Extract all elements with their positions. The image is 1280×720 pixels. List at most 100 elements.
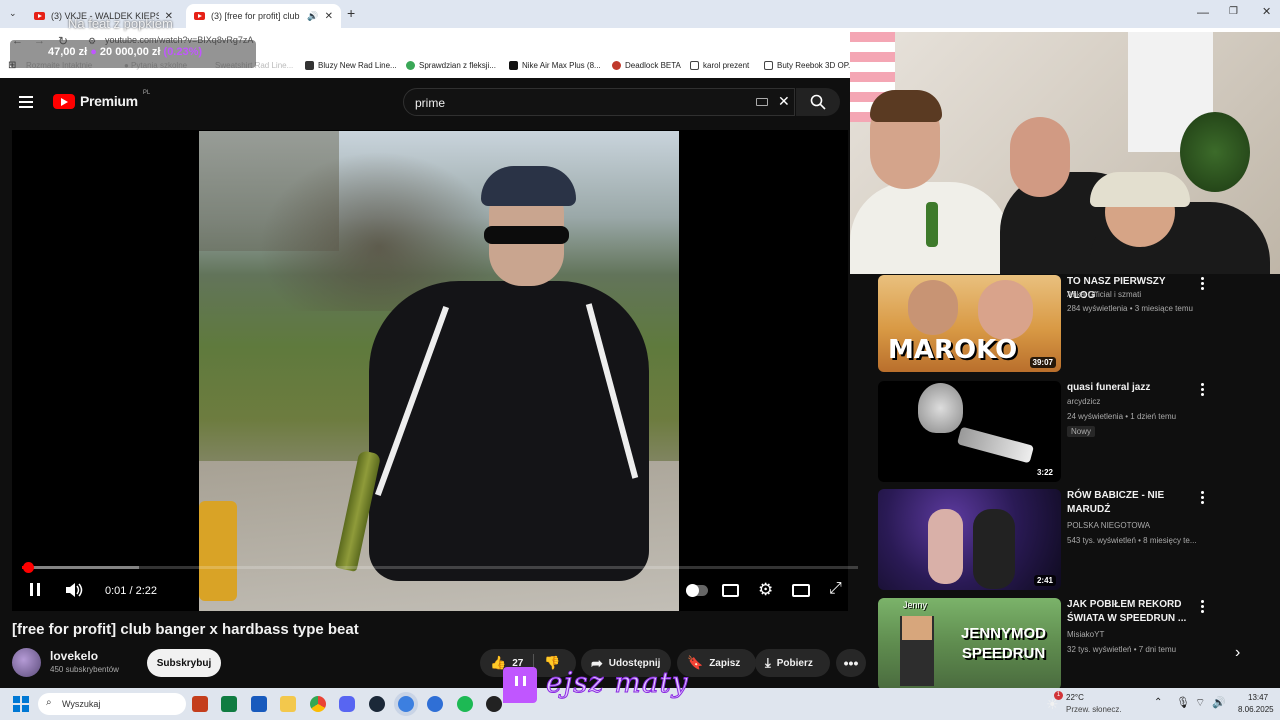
thumbnail-tag: Jenny [903,600,928,610]
twitch-logo-icon [503,667,537,703]
channel-avatar[interactable] [12,648,41,677]
pause-icon[interactable] [30,583,42,597]
new-tab-button[interactable]: + [347,5,355,21]
sunglasses [484,226,569,244]
tab-close-icon[interactable]: ✕ [325,11,333,22]
video-thumbnail[interactable]: 3:22 [878,381,1061,482]
bookmark-favicon-icon [305,61,314,70]
keyboard-icon[interactable] [756,98,768,106]
taskbar-search-input[interactable]: ⌕ Wyszukaj [38,693,186,715]
close-window-button[interactable]: ✕ [1262,5,1271,18]
settings-gear-icon[interactable]: ⚙ [758,580,773,600]
recommendation-item[interactable]: 3:22 quasi funeral jazz arcydzicz 24 wyś… [878,381,1278,482]
recommendation-meta: 284 wyświetlenia • 3 miesiące temu [1067,304,1193,313]
bookmark-item[interactable]: Sprawdzian z fleksji... [406,61,496,70]
file-explorer-icon[interactable] [280,696,296,712]
bookmark-item[interactable]: Bluzy New Rad Line... [305,61,397,70]
chrome-icon[interactable] [310,696,326,712]
folder-icon [764,61,773,70]
video-frame [199,131,679,611]
clear-search-icon[interactable]: ✕ [778,93,790,110]
more-actions-button[interactable]: ••• [836,649,866,677]
download-button[interactable]: ⤓ Pobierz [755,649,830,677]
recommendation-item[interactable]: 2:41 RÓW BABICZE - NIE MARUDŹ POLSKA NIE… [878,489,1278,590]
video-player[interactable]: 0:01 / 2:22 ⚙ ⤢ [12,130,858,611]
recommendation-title[interactable]: JAK POBIŁEM REKORD ŚWIATA W SPEEDRUN ... [1067,598,1195,626]
more-vertical-icon[interactable] [1201,277,1207,292]
app-icon[interactable] [398,696,414,712]
volume-tray-icon[interactable]: 🔊 [1212,696,1226,709]
clock-date[interactable]: 8.06.2025 [1238,705,1274,714]
tray-chevron-icon[interactable]: ⌃ [1154,697,1162,708]
restore-window-button[interactable]: ❐ [1229,6,1238,17]
clock-time[interactable]: 13:47 [1248,693,1268,702]
recommendation-title[interactable]: RÓW BABICZE - NIE MARUDŹ [1067,489,1195,517]
bookmark-item[interactable]: Nike Air Max Plus (8... [509,61,601,70]
word-icon[interactable] [251,696,267,712]
bookmark-icon: 🔖 [687,655,704,670]
video-thumbnail[interactable]: Jenny JENNYMOD SPEEDRUN [878,598,1061,690]
recommendation-channel[interactable]: arcydzicz [1067,397,1100,406]
bookmark-item[interactable]: Buty Reebok 3D OP... [764,61,857,70]
chips-bag [199,501,237,601]
excel-icon[interactable] [221,696,237,712]
app-icon[interactable] [427,696,443,712]
youtube-play-icon [53,93,75,109]
logo-region: PL [142,90,151,96]
discord-icon[interactable] [339,696,355,712]
steam-icon[interactable] [369,696,385,712]
duration-badge: 39:07 [1029,357,1056,368]
microphone-icon[interactable]: 🎙 [1176,696,1190,709]
network-icon[interactable]: ⌔ [1195,696,1205,710]
plant [1180,112,1250,192]
fullscreen-icon[interactable]: ⤢ [829,580,842,598]
recommendation-channel[interactable]: Anka Official i szmati [1067,290,1141,299]
goal-percent: (0.23%) [163,46,203,58]
video-thumbnail[interactable]: 2:41 [878,489,1061,590]
search-icon [810,94,826,110]
spotify-icon[interactable] [457,696,473,712]
subtitles-icon[interactable] [722,584,739,597]
bookmark-favicon-icon [612,61,621,70]
autoplay-toggle[interactable] [686,584,708,597]
cap [481,166,576,206]
browser-tab-active[interactable]: (3) [free for profit] club ban 🔊 ✕ [186,4,341,28]
menu-icon[interactable] [19,93,33,111]
recommendation-channel[interactable]: MisiakoYT [1067,630,1104,639]
bookmark-item[interactable]: karol prezent [690,61,749,70]
minimize-window-button[interactable]: — [1197,5,1209,19]
channel-name[interactable]: lovekelo [50,649,98,663]
scrubber-handle[interactable] [22,562,34,573]
youtube-favicon-icon [34,12,45,20]
youtube-favicon-icon [194,12,205,20]
recommendation-item[interactable]: MAROKO 39:07 TO NASZ PIERWSZY VLOG Anka … [878,275,1278,375]
chevron-right-icon[interactable]: › [1235,644,1240,662]
recommendation-item[interactable]: Jenny JENNYMOD SPEEDRUN JAK POBIŁEM REKO… [878,598,1278,690]
buffered-bar [22,566,140,569]
windows-start-icon[interactable] [13,696,29,712]
more-vertical-icon[interactable] [1201,491,1207,506]
video-thumbnail[interactable]: MAROKO 39:07 [878,275,1061,372]
volume-icon[interactable] [65,582,83,598]
twitch-streamer-name: ejsz maty [546,666,689,700]
youtube-logo[interactable]: Premium PL [53,90,151,109]
search-input-value: prime [415,96,446,110]
tab-search-chevron-icon[interactable]: ⌄ [9,8,17,19]
recommendation-channel[interactable]: POLSKA NIEGOTOWA [1067,521,1150,530]
more-horizontal-icon: ••• [843,655,859,671]
app-icon[interactable] [486,696,502,712]
duration-badge: 3:22 [1033,467,1056,478]
search-input[interactable]: prime ✕ [403,88,795,116]
recommendation-title[interactable]: quasi funeral jazz [1067,381,1195,395]
streamer-webcam [850,32,1280,274]
progress-bar[interactable] [22,562,858,573]
skull-trumpet-art [918,383,963,433]
powerpoint-icon[interactable] [192,696,208,712]
more-vertical-icon[interactable] [1201,600,1207,615]
more-vertical-icon[interactable] [1201,383,1207,398]
subscribe-button[interactable]: Subskrybuj [147,649,221,677]
theater-mode-icon[interactable] [792,584,810,597]
search-button[interactable] [796,88,840,116]
bookmark-item[interactable]: Deadlock BETA [612,61,681,70]
speaker-icon[interactable]: 🔊 [307,11,318,22]
